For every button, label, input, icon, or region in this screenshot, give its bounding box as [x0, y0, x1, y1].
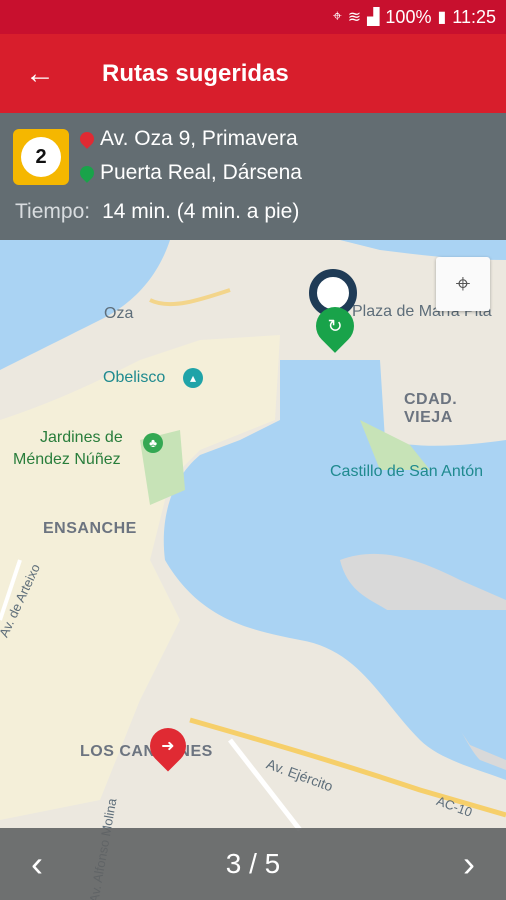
chevron-right-icon: ›: [462, 843, 475, 884]
park-icon: ♣: [143, 433, 163, 453]
arrow-left-icon: ←: [25, 56, 55, 90]
map-label-oza: Oza: [104, 305, 134, 322]
landmark-icon: ▴: [183, 368, 203, 388]
page-title: Rutas sugeridas: [102, 59, 289, 87]
arrow-right-icon: ➜: [161, 738, 175, 755]
destination-address: Puerta Real, Dársena: [100, 161, 302, 184]
app-bar: ← Rutas sugeridas: [0, 34, 506, 113]
map-label-jardines-1: Jardines de: [40, 429, 123, 446]
origin-row: Av. Oza 9, Primavera: [77, 127, 298, 151]
origin-pin-icon: [77, 129, 97, 149]
route-pager: ‹ 3 / 5 ›: [0, 828, 506, 900]
map-label-castillo: Castillo de San Antón: [330, 463, 483, 480]
status-bar: ⌖ ≋ ▟ 100% ▮ 11:25: [0, 0, 506, 34]
previous-route-button[interactable]: ‹: [0, 828, 74, 900]
battery-text: 100%: [385, 6, 432, 27]
map-label-cdad-vieja: CDAD. VIEJA: [404, 391, 458, 426]
location-icon: ⌖: [332, 8, 342, 25]
time-row: Tiempo: 14 min. (4 min. a pie): [15, 200, 299, 224]
chevron-left-icon: ‹: [31, 843, 43, 884]
page-indicator: 3 / 5: [225, 848, 281, 879]
time-label: Tiempo:: [15, 200, 91, 223]
next-route-button[interactable]: ›: [432, 828, 506, 900]
wifi-icon: ≋: [347, 9, 362, 26]
battery-icon: ▮: [437, 9, 447, 26]
destination-row: Puerta Real, Dársena: [77, 161, 302, 185]
crosshair-icon: ⌖: [455, 268, 471, 298]
map-label-obelisco: Obelisco: [103, 369, 166, 386]
bus-line-badge: 2: [13, 129, 69, 185]
map-label-jardines-2: Méndez Núñez: [13, 451, 121, 468]
origin-address: Av. Oza 9, Primavera: [100, 127, 298, 150]
time-value: 14 min. (4 min. a pie): [102, 200, 300, 223]
map-label-cantones: LOS CANTONES: [80, 743, 213, 760]
back-button[interactable]: ←: [0, 34, 80, 113]
signal-icon: ▟: [367, 9, 380, 26]
map-label-ensanche: ENSANCHE: [43, 520, 137, 537]
my-location-button[interactable]: ⌖: [436, 257, 490, 311]
clock: 11:25: [452, 6, 496, 27]
destination-pin-icon: [77, 163, 97, 183]
route-info-panel: 2 Av. Oza 9, Primavera Puerta Real, Dárs…: [0, 113, 506, 240]
bus-line-number: 2: [21, 137, 61, 177]
return-arrow-icon: ↻: [327, 315, 343, 336]
